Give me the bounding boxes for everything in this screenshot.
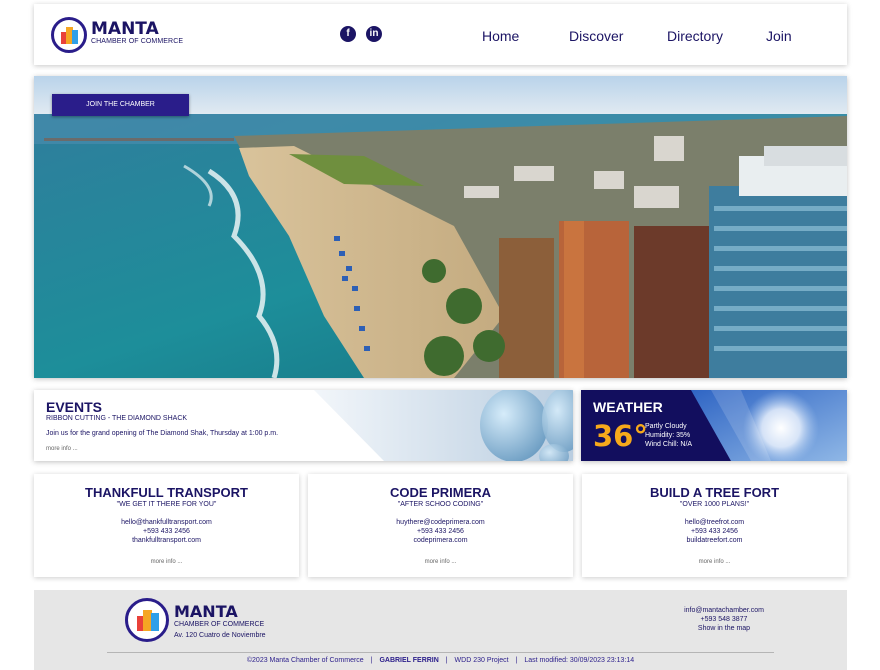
weather-wind: Wind Chill: N/A: [645, 441, 693, 448]
brand-name: MANTA: [91, 19, 159, 39]
last-modified: Last modified: 30/09/2023 23:13:14: [524, 657, 635, 664]
site-header: MANTA CHAMBER OF COMMERCE f in Home Disc…: [34, 4, 847, 65]
weather-panel: WEATHER 36° Partly Cloudy Humidity: 35% …: [581, 390, 847, 461]
business-phone: +593 433 2456: [417, 528, 464, 535]
brand-subtitle: CHAMBER OF COMMERCE: [91, 38, 184, 45]
business-more-link[interactable]: more info ...: [34, 559, 299, 565]
business-name: CODE PRIMERA: [389, 485, 492, 500]
weather-temperature: 36°: [593, 419, 648, 453]
footer-brand: MANTA CHAMBER OF COMMERCE Av. 120 Cuatro…: [174, 602, 266, 639]
business-phone: +593 433 2456: [143, 528, 190, 535]
business-email[interactable]: huythere@codeprimera.com: [308, 519, 573, 526]
business-website[interactable]: codeprimera.com: [308, 537, 573, 544]
business-tagline: "AFTER SCHOO CODING": [397, 501, 484, 508]
site-footer: MANTA CHAMBER OF COMMERCE Av. 120 Cuatro…: [34, 590, 847, 670]
hero-image: [34, 76, 847, 378]
nav-join[interactable]: Join: [766, 28, 792, 44]
nav-directory[interactable]: Directory: [667, 28, 723, 44]
chamber-logo-icon[interactable]: [51, 17, 87, 53]
footer-brand-name: MANTA: [174, 602, 238, 621]
nav-home[interactable]: Home: [482, 28, 519, 44]
business-phone: +593 433 2456: [691, 528, 738, 535]
business-card: BUILD A TREE FORT "OVER 1000 PLANS!" hel…: [582, 474, 847, 577]
events-title: EVENTS: [46, 399, 103, 415]
weather-title: WEATHER: [593, 399, 663, 415]
business-card: THANKFULL TRANSPORT "WE GET IT THERE FOR…: [34, 474, 299, 577]
business-website[interactable]: buildatreefort.com: [582, 537, 847, 544]
business-email[interactable]: hello@treefrot.com: [582, 519, 847, 526]
footer-brand-subtitle: CHAMBER OF COMMERCE: [174, 621, 265, 628]
business-email[interactable]: hello@thankfulltransport.com: [34, 519, 299, 526]
events-subtitle: RIBBON CUTTING - THE DIAMOND SHACK: [46, 415, 188, 422]
copyright: ©2023 Manta Chamber of Commerce: [246, 657, 364, 664]
linkedin-icon[interactable]: in: [366, 26, 382, 42]
business-more-link[interactable]: more info ...: [582, 559, 847, 565]
business-tagline: "WE GET IT THERE FOR YOU": [116, 501, 217, 508]
business-more-link[interactable]: more info ...: [308, 559, 573, 565]
business-card: CODE PRIMERA "AFTER SCHOO CODING" huythe…: [308, 474, 573, 577]
footer-divider: [107, 652, 774, 653]
facebook-icon[interactable]: f: [340, 26, 356, 42]
project-name: WDD 230 Project: [454, 657, 509, 664]
footer-bottom-bar: ©2023 Manta Chamber of Commerce | GABRIE…: [246, 657, 635, 664]
nav-discover[interactable]: Discover: [569, 28, 623, 44]
events-text: Join us for the grand opening of The Dia…: [46, 430, 279, 437]
footer-address: Av. 120 Cuatro de Noviembre: [174, 632, 266, 639]
hero-banner: JOIN THE CHAMBER: [34, 76, 847, 378]
brand: MANTA CHAMBER OF COMMERCE: [91, 19, 184, 46]
footer-logo-icon: [125, 598, 169, 642]
business-name: THANKFULL TRANSPORT: [85, 485, 248, 500]
weather-humidity: Humidity: 35%: [645, 432, 691, 439]
footer-email-link[interactable]: info@mantachamber.com: [649, 606, 799, 615]
events-panel: EVENTS RIBBON CUTTING - THE DIAMOND SHAC…: [34, 390, 573, 461]
business-tagline: "OVER 1000 PLANS!": [679, 501, 750, 508]
footer-contact: info@mantachamber.com +593 548 3877 Show…: [649, 606, 799, 633]
balloons-image: [314, 390, 573, 461]
footer-phone: +593 548 3877: [700, 616, 748, 623]
business-website[interactable]: thankfulltransport.com: [34, 537, 299, 544]
weather-condition: Partly Cloudy: [645, 423, 687, 430]
events-more-link[interactable]: more info ...: [46, 446, 78, 452]
join-chamber-button[interactable]: JOIN THE CHAMBER: [52, 94, 189, 116]
business-name: BUILD A TREE FORT: [649, 485, 780, 500]
author-name: GABRIEL FERRIN: [379, 657, 439, 664]
show-map-link[interactable]: Show in the map: [649, 624, 799, 633]
